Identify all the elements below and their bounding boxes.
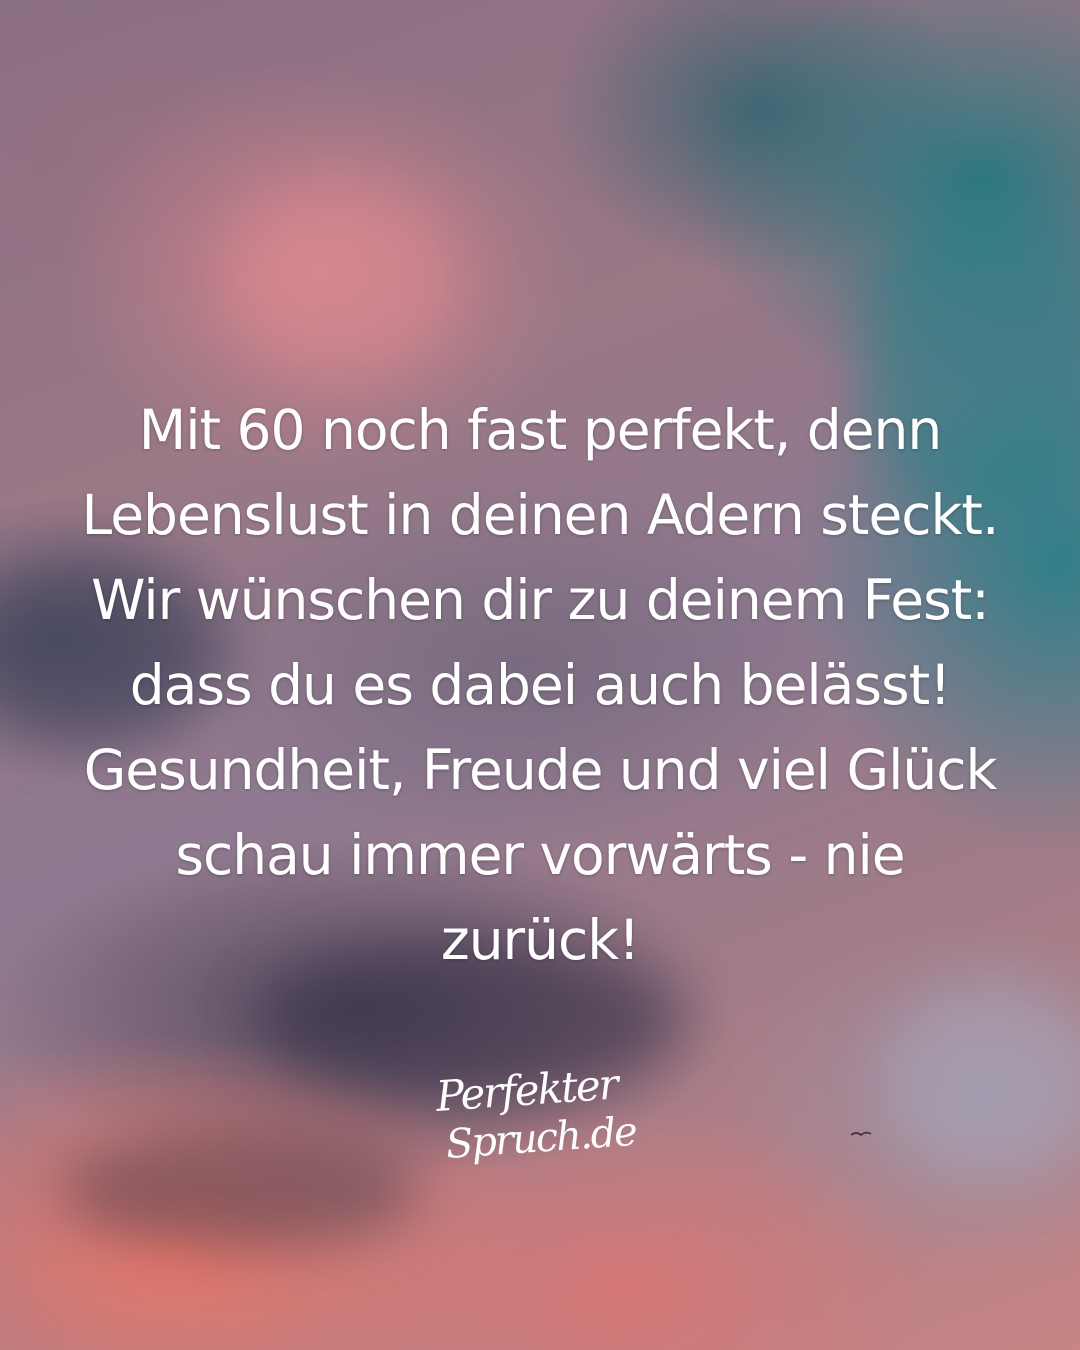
quote-line-6: schau immer vorwärts - nie	[175, 823, 905, 887]
birthday-quote: Mit 60 noch fast perfekt, denn Lebenslus…	[40, 388, 1040, 983]
brand-logo: Perfekter Spruch.de	[430, 1059, 670, 1190]
cloud-light-right	[880, 980, 1080, 1180]
bird-icon	[850, 1131, 872, 1137]
quote-line-1: Mit 60 noch fast perfekt, denn	[138, 398, 943, 462]
quote-line-4: dass du es dabei auch belässt!	[129, 653, 952, 717]
quote-line-5: Gesundheit, Freude und viel Glück	[83, 738, 998, 802]
quote-line-3: Wir wünschen dir zu deinem Fest:	[91, 568, 990, 632]
quote-line-2: Lebenslust in deinen Adern steckt.	[81, 483, 1000, 547]
quote-line-7: zurück!	[440, 908, 640, 972]
cloud-dark-lower	[60, 1130, 420, 1250]
cloud-pink-upper	[220, 180, 460, 380]
